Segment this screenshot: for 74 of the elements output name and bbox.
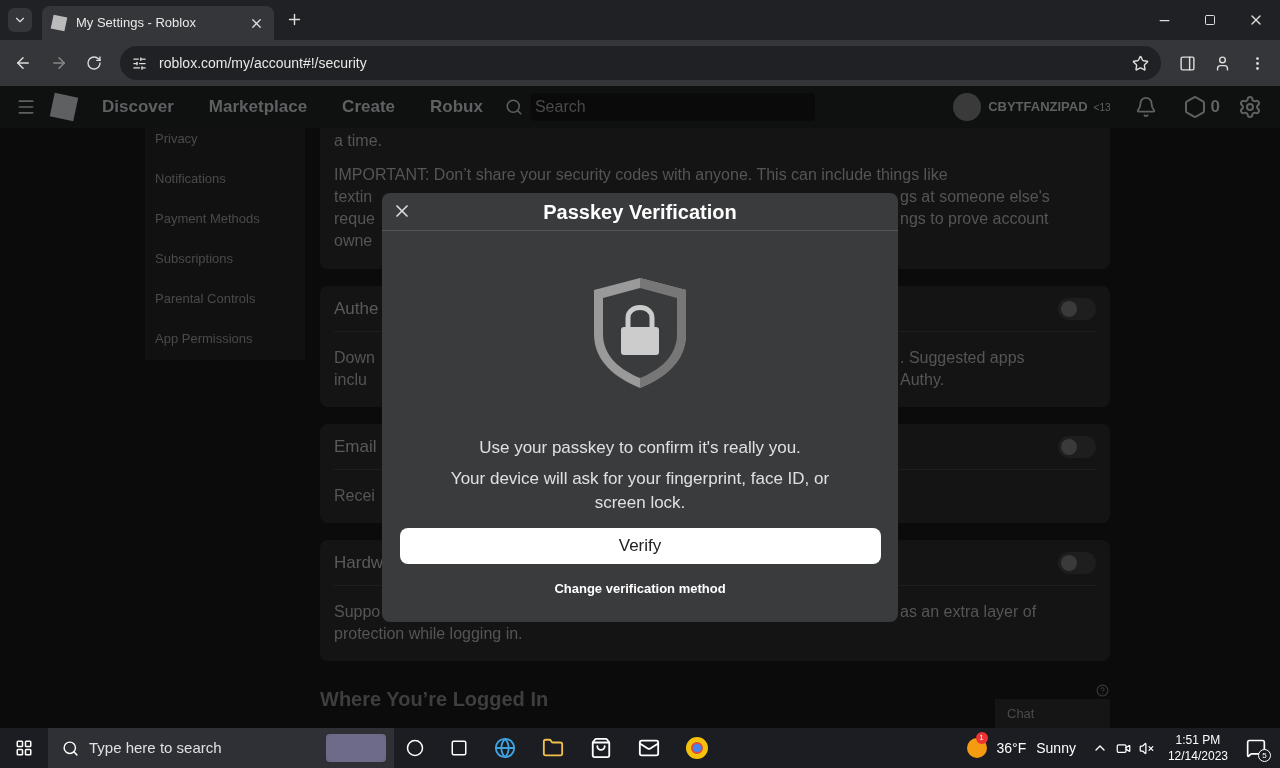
body-text: textin [334, 187, 374, 207]
search-icon [504, 98, 523, 116]
dialog-title: Passkey Verification [543, 199, 737, 225]
muted-speaker-icon[interactable] [1138, 740, 1154, 756]
menu-icon[interactable] [16, 97, 36, 117]
site-icon [50, 14, 68, 32]
clock-time: 1:51 PM [1175, 732, 1221, 748]
setting-title: Authe [334, 297, 380, 320]
new-tab-icon[interactable] [286, 11, 303, 28]
sidebar-item[interactable]: Subscriptions [155, 248, 305, 270]
sidebar-item[interactable]: Payment Methods [155, 208, 305, 230]
nav-link[interactable]: Discover [102, 94, 174, 120]
tab-list-button[interactable] [8, 8, 32, 32]
restore-icon[interactable] [1204, 14, 1216, 26]
body-text: Suppo [334, 602, 382, 622]
body-text: Authy. [899, 370, 946, 390]
nav-link[interactable]: Robux [430, 94, 483, 120]
body-text: IMPORTANT: Don’t share your security codes with anyone. This can include things like [334, 165, 949, 185]
weather-badge: 1 [975, 732, 988, 744]
setting-title: Email [334, 435, 378, 458]
bookmark-icon[interactable] [1132, 54, 1149, 72]
mail-icon[interactable] [638, 737, 660, 759]
sidebar-item[interactable]: Parental Controls [155, 288, 305, 310]
dialog-detail: Your device will ask for your fingerprint, face ID, or screen lock. [449, 467, 831, 514]
forward-icon[interactable] [50, 54, 68, 72]
notification-count: 5 [1258, 749, 1271, 762]
weather-condition: Sunny [1036, 738, 1076, 758]
verify-button[interactable]: Verify [399, 527, 881, 564]
nav-link[interactable]: Create [342, 94, 396, 120]
body-text: reque [334, 209, 376, 229]
body-text: ngs to prove account [899, 209, 1050, 229]
search-icon [62, 739, 79, 757]
sidebar-item[interactable]: App Permissions [155, 328, 305, 350]
side-panel-icon[interactable] [1179, 54, 1196, 72]
body-text: a time. [334, 131, 383, 151]
tab-title: My Settings - Roblox [76, 14, 197, 33]
username[interactable]: CBYTFANZIPAD [988, 97, 1088, 117]
body-text: Down [334, 348, 376, 368]
url-text: roblox.com/my/account#!/security [159, 53, 368, 73]
temperature: 36°F [996, 738, 1027, 758]
age-tag: <13 [1093, 99, 1111, 115]
change-method-link[interactable]: Change verification method [554, 578, 726, 598]
store-icon[interactable] [590, 737, 612, 759]
body-text: gs at someone else's [899, 187, 1051, 207]
browser-tab[interactable]: My Settings - Roblox [42, 6, 274, 40]
body-text: protection while logging in. [334, 624, 524, 644]
body-text: owne [334, 231, 374, 251]
clock-date: 12/14/2023 [1167, 748, 1228, 764]
profile-icon[interactable] [1214, 54, 1231, 72]
toggle-switch[interactable] [1058, 435, 1096, 458]
toggle-switch[interactable] [1058, 551, 1096, 574]
notification-center-icon[interactable] [1246, 738, 1266, 758]
site-info-icon[interactable] [132, 55, 147, 71]
reload-icon[interactable] [86, 55, 102, 71]
notifications-icon[interactable] [1134, 96, 1157, 118]
dialog-message: Use your passkey to confirm it's really you. [479, 437, 801, 459]
setting-title: Hardw [334, 551, 382, 574]
body-text: . Suggested apps [899, 348, 1026, 368]
nav-link[interactable]: Marketplace [208, 94, 308, 120]
body-text: inclu [334, 370, 368, 390]
body-text: as an extra layer of [899, 602, 1038, 622]
address-bar[interactable]: roblox.com/my/account#!/security [120, 46, 1161, 80]
body-text: Recei [334, 486, 376, 506]
robux-count: 0 [1210, 96, 1220, 119]
sidebar-item[interactable]: Notifications [155, 168, 305, 190]
toggle-switch[interactable] [1058, 297, 1096, 320]
task-view-icon[interactable] [450, 739, 468, 757]
logo-icon[interactable] [49, 92, 79, 122]
taskbar-search-field[interactable]: Type here to search [48, 728, 394, 768]
back-icon[interactable] [14, 54, 32, 72]
sidebar-item[interactable]: Privacy [155, 128, 305, 150]
search-field[interactable]: Search [530, 93, 815, 121]
folder-icon[interactable] [542, 737, 564, 759]
settings-icon[interactable] [1238, 95, 1262, 119]
